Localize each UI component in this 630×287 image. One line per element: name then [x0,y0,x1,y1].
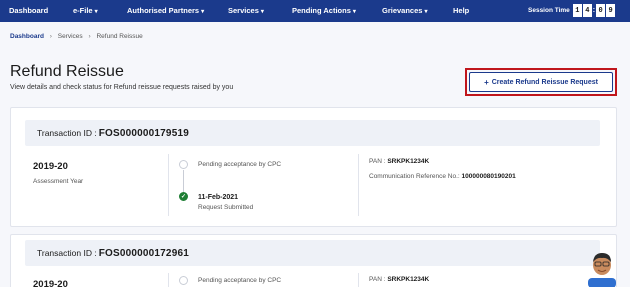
pan-label: PAN : [369,158,386,165]
transaction-id-label: Transaction ID : [37,248,97,258]
top-nav-bar: Dashboard e-File ▾ Authorised Partners ▾ S… [0,0,630,22]
transaction-card: Transaction ID : FOS000000179519 2019-20… [10,107,617,227]
timeline-line [183,170,184,192]
nav-label: Authorised Partners [127,6,200,15]
transaction-header: Transaction ID : FOS000000172961 [25,240,600,266]
chevron-down-icon: ▾ [260,9,264,15]
chevron-down-icon: ▾ [352,9,356,15]
pending-status-text: Pending acceptance by CPC [198,161,282,168]
transaction-id-label: Transaction ID : [37,128,97,138]
session-label: Session Time [528,7,570,14]
create-refund-reissue-button[interactable]: + Create Refund Reissue Request [469,72,613,92]
session-timer: Session Time 1 4 : 0 9 [528,4,616,17]
chevron-down-icon: ▾ [94,9,98,15]
nav-dashboard[interactable]: Dashboard [9,6,48,15]
transaction-id[interactable]: FOS000000179519 [99,128,189,139]
breadcrumb-current: Refund Reissue [96,33,143,40]
nav-label: Dashboard [9,6,49,15]
breadcrumb-services[interactable]: Services [58,33,83,40]
nav-authorised-partners[interactable]: Authorised Partners ▾ [127,6,204,15]
breadcrumb-separator: › [49,33,52,40]
assessment-year-value: 2019-20 [33,279,68,287]
status-date: 11-Feb-2021 [198,194,239,201]
breadcrumb-dashboard[interactable]: Dashboard [10,33,44,40]
session-digit: 0 [596,4,606,17]
transaction-header: Transaction ID : FOS000000179519 [25,120,600,146]
session-colon: : [592,7,596,14]
divider [358,273,359,287]
chevron-down-icon: ▾ [201,9,205,15]
communication-ref-info: Communication Reference No.: 10000008019… [369,173,516,180]
pending-status-icon [179,276,188,285]
nav-services[interactable]: Services ▾ [228,6,264,15]
transaction-id[interactable]: FOS000000172961 [99,248,189,259]
nav-efile[interactable]: e-File ▾ [73,6,98,15]
nav-grievances[interactable]: Grievances ▾ [382,6,427,15]
pending-status-text: Pending acceptance by CPC [198,277,282,284]
comm-ref-label: Communication Reference No.: [369,173,460,180]
pending-status-icon [179,160,188,169]
nav-pending-actions[interactable]: Pending Actions ▾ [292,6,356,15]
chevron-down-icon: ▾ [424,9,428,15]
plus-icon: + [484,77,489,87]
pan-info: PAN : SRKPK1234K [369,276,429,283]
session-digit: 4 [582,4,592,17]
session-digit: 1 [572,4,582,17]
nav-label: Grievances [382,6,423,15]
assessment-year-label: Assessment Year [33,178,84,185]
nav-help[interactable]: Help [453,6,469,15]
nav-label: e-File [73,6,93,15]
nav-label: Pending Actions [292,6,351,15]
pan-info: PAN : SRKPK1234K [369,158,429,165]
create-button-highlight: + Create Refund Reissue Request [465,68,617,96]
breadcrumb: Dashboard › Services › Refund Reissue [10,33,143,40]
assistant-avatar-icon[interactable] [584,250,620,287]
nav-label: Help [453,6,470,15]
status-done-label: Request Submitted [198,204,254,211]
session-digit: 9 [606,4,616,17]
transaction-card: Transaction ID : FOS000000172961 2019-20… [10,234,617,287]
divider [358,154,359,216]
page-title: Refund Reissue [10,63,124,80]
comm-ref-value: 100000080190201 [461,173,516,180]
nav-label: Services [228,6,259,15]
assessment-year-value: 2019-20 [33,161,68,172]
pan-value: SRKPK1234K [387,158,430,165]
check-icon: ✓ [179,192,188,201]
page-subtitle: View details and check status for Refund… [10,84,234,91]
pan-label: PAN : [369,276,386,283]
divider [168,154,169,216]
breadcrumb-separator: › [88,33,91,40]
create-button-label: Create Refund Reissue Request [491,78,598,86]
pan-value: SRKPK1234K [387,276,430,283]
divider [168,273,169,287]
